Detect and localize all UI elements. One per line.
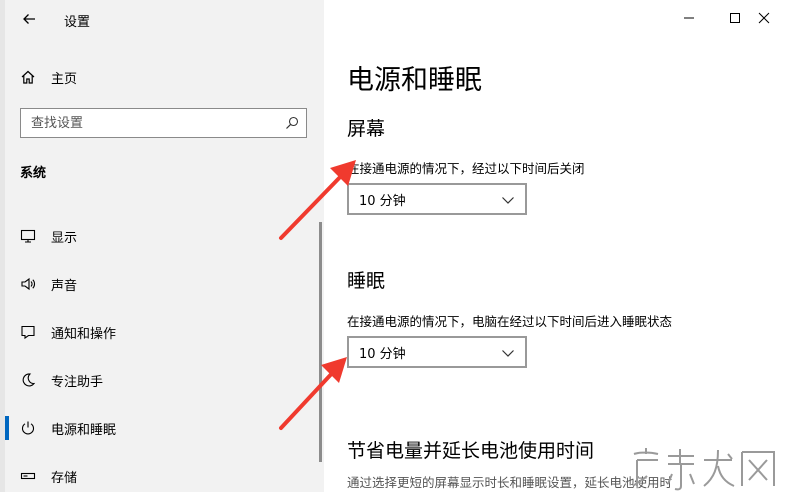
close-button[interactable]: [741, 0, 787, 36]
sidebar-item-display[interactable]: 显示: [5, 212, 320, 260]
chevron-down-icon: [501, 343, 515, 362]
group-title-screen: 屏幕: [347, 118, 386, 140]
sidebar-item-label: 专注助手: [51, 374, 104, 390]
sleep-timeout-dropdown[interactable]: 10 分钟: [347, 336, 527, 368]
maximize-icon: [729, 9, 741, 28]
notification-icon: [5, 324, 51, 340]
nav-home-label: 主页: [51, 71, 78, 87]
nav-home[interactable]: 主页: [5, 62, 324, 92]
power-icon: [5, 420, 51, 436]
search-input[interactable]: [21, 109, 278, 137]
sleep-timeout-label: 在接通电源的情况下，电脑在经过以下时间后进入睡眠状态: [347, 314, 673, 329]
close-icon: [758, 9, 770, 28]
dropdown-value: 10 分钟: [359, 346, 406, 362]
minimize-button[interactable]: [666, 0, 712, 36]
moon-icon: [5, 372, 51, 388]
group-title-battery: 节省电量并延长电池使用时间: [347, 440, 595, 462]
sidebar-item-label: 电源和睡眠: [51, 422, 117, 438]
group-title-sleep: 睡眠: [347, 270, 386, 292]
speaker-icon: [5, 276, 51, 292]
back-arrow-icon: [22, 11, 36, 30]
app-title: 设置: [64, 15, 91, 30]
sidebar-scrollbar[interactable]: [319, 222, 322, 462]
home-icon: [5, 69, 51, 85]
sidebar-item-sound[interactable]: 声音: [5, 260, 320, 308]
minimize-icon: [683, 9, 695, 28]
screen-timeout-label: 在接通电源的情况下，经过以下时间后关闭: [347, 161, 585, 176]
battery-description: 通过选择更短的屏幕显示时长和睡眠设置，延长电池使用时: [347, 475, 673, 490]
sidebar-item-focus-assist[interactable]: 专注助手: [5, 356, 320, 404]
sidebar-item-power-sleep[interactable]: 电源和睡眠: [5, 404, 320, 452]
watermark-logo: [632, 448, 775, 491]
sidebar-item-label: 存储: [51, 470, 78, 486]
sidebar-item-label: 显示: [51, 230, 78, 246]
section-title-system: 系统: [20, 166, 47, 181]
chevron-down-icon: [501, 190, 515, 209]
screen-timeout-dropdown[interactable]: 10 分钟: [347, 183, 527, 215]
dropdown-value: 10 分钟: [359, 193, 406, 209]
sidebar-item-label: 通知和操作: [51, 326, 117, 342]
sidebar: 设置 主页 系统 显示 声音 通知和操作: [0, 0, 324, 492]
storage-icon: [5, 468, 51, 484]
search-icon[interactable]: [278, 116, 306, 130]
back-button[interactable]: [14, 6, 44, 34]
search-box[interactable]: [20, 108, 307, 138]
sidebar-item-storage[interactable]: 存储: [5, 452, 320, 492]
page-title: 电源和睡眠: [347, 65, 482, 96]
sidebar-item-notifications[interactable]: 通知和操作: [5, 308, 320, 356]
monitor-icon: [5, 228, 51, 244]
sidebar-item-label: 声音: [51, 278, 78, 294]
nav-list: 显示 声音 通知和操作 专注助手 电源和睡眠 存储: [5, 212, 320, 492]
